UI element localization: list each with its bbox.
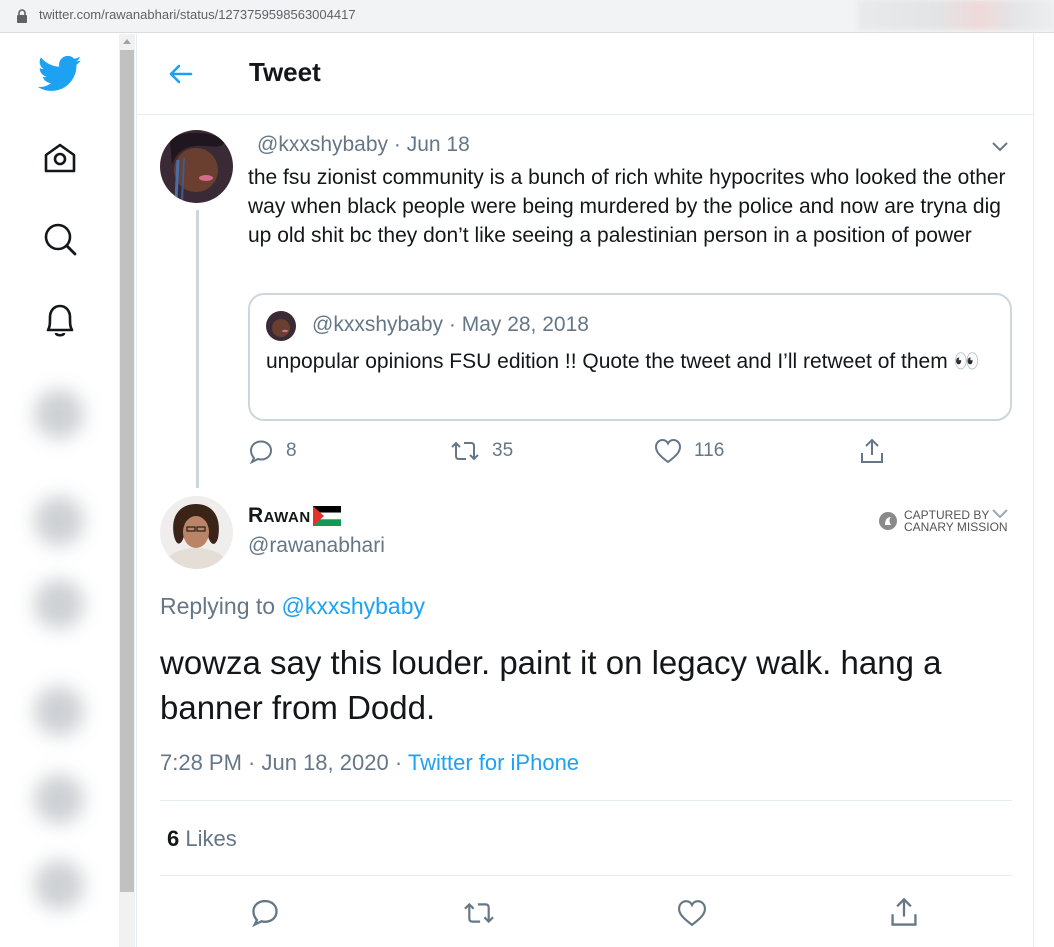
reply-count: 8 (286, 440, 297, 461)
avatar[interactable] (160, 496, 233, 569)
source-link[interactable]: Twitter for iPhone (408, 750, 579, 775)
blurred-nav-icon (34, 496, 84, 546)
retweet-button[interactable]: 35 (450, 438, 513, 464)
divider (160, 875, 1012, 876)
blurred-nav-icon (34, 686, 84, 736)
replying-to-label: Replying to (160, 593, 282, 619)
retweet-icon (451, 441, 479, 461)
search-icon[interactable] (38, 217, 82, 261)
likes-summary[interactable]: 6 Likes (167, 826, 237, 852)
author-name-row[interactable]: Rawan (248, 504, 341, 528)
scrollbar[interactable] (119, 34, 135, 947)
blurred-browser-controls (858, 0, 1054, 30)
main-column: Tweet @kxxshybaby · Jun 18 the fsu zioni… (136, 34, 1034, 947)
chevron-down-icon[interactable] (990, 139, 1010, 153)
tweet-handle-date[interactable]: @kxxshybaby · Jun 18 (257, 133, 470, 157)
share-icon[interactable] (888, 896, 920, 928)
retweet-icon[interactable] (462, 899, 496, 927)
quoted-text: unpopular opinions FSU edition !! Quote … (266, 350, 980, 373)
reply-icon[interactable] (250, 897, 280, 927)
likes-count: 6 (167, 826, 180, 851)
page-title: Tweet (249, 57, 321, 87)
scroll-up-arrow-icon[interactable] (123, 39, 131, 44)
replying-to-link[interactable]: @kxxshybaby (281, 593, 425, 619)
tweet-timestamp: 7:28 PM · Jun 18, 2020 · Twitter for iPh… (160, 750, 579, 776)
watermark-line-2: CANARY MISSION (904, 520, 1008, 534)
reply-icon (249, 440, 273, 464)
heart-icon (654, 438, 682, 464)
chevron-down-icon[interactable] (990, 506, 1010, 520)
tweet-main-text: wowza say this louder. paint it on legac… (160, 644, 942, 726)
reply-button[interactable]: 8 (248, 438, 297, 464)
quoted-avatar (266, 311, 296, 341)
quoted-tweet[interactable]: @kxxshybaby · May 28, 2018 unpopular opi… (248, 293, 1012, 421)
twitter-logo-icon[interactable] (38, 52, 82, 96)
thread-line (196, 210, 199, 488)
like-button[interactable]: 116 (654, 438, 724, 464)
blurred-nav-icon (34, 579, 84, 629)
avatar[interactable] (160, 130, 233, 203)
share-icon[interactable] (858, 437, 886, 465)
retweet-count: 35 (492, 440, 514, 461)
browser-address-bar[interactable]: twitter.com/rawanabhari/status/127375959… (0, 0, 1054, 33)
canary-logo-icon (879, 512, 897, 530)
left-navigation (0, 34, 118, 947)
back-arrow-icon[interactable] (167, 60, 195, 88)
lock-icon (17, 9, 27, 23)
palestine-flag-icon (312, 506, 341, 526)
blurred-nav-icon (34, 389, 84, 439)
scrollbar-thumb[interactable] (120, 50, 134, 892)
page-header: Tweet (137, 34, 1033, 115)
quoted-handle-date: @kxxshybaby · May 28, 2018 (312, 313, 589, 336)
display-name[interactable]: Rawan (248, 504, 311, 528)
timestamp-text[interactable]: 7:28 PM · Jun 18, 2020 · (160, 750, 408, 775)
divider (160, 800, 1012, 801)
home-icon[interactable] (38, 136, 82, 180)
tweet-text: the fsu zionist community is a bunch of … (248, 166, 1006, 247)
blurred-nav-icon (34, 860, 84, 910)
author-handle[interactable]: @rawanabhari (248, 534, 385, 558)
notifications-bell-icon[interactable] (38, 298, 82, 342)
likes-label: Likes (179, 826, 237, 851)
blurred-nav-icon (34, 774, 84, 824)
url-text[interactable]: twitter.com/rawanabhari/status/127375959… (39, 7, 356, 22)
replying-to: Replying to @kxxshybaby (160, 593, 425, 620)
heart-icon[interactable] (676, 899, 708, 927)
like-count: 116 (694, 440, 725, 461)
canary-mission-watermark: CAPTURED BY CANARY MISSION (878, 509, 1008, 533)
